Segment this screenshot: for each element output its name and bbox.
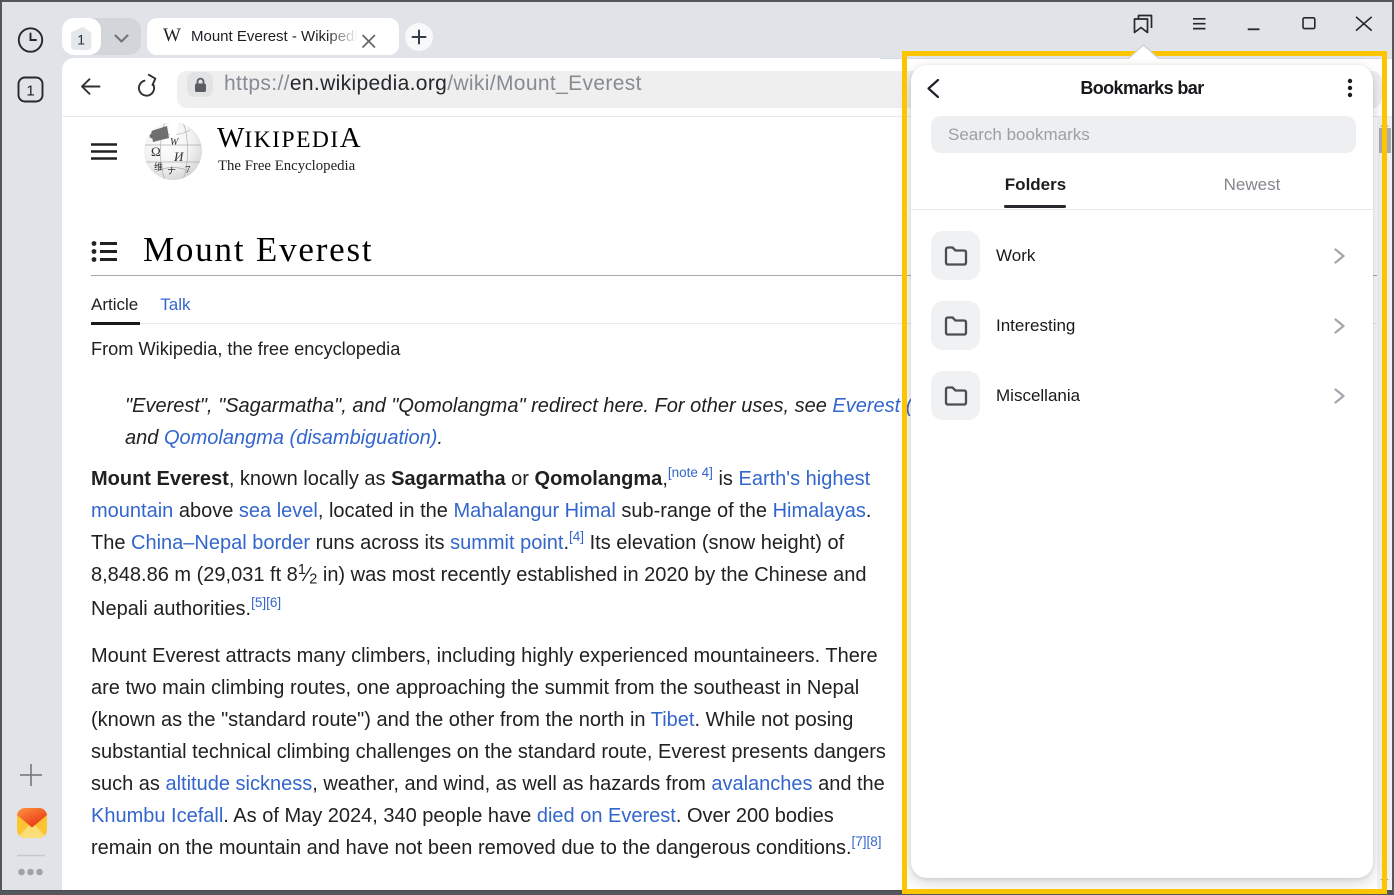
svg-text:1: 1 <box>26 83 34 100</box>
svg-text:Ω: Ω <box>151 144 161 159</box>
svg-text:7: 7 <box>185 164 191 176</box>
svg-text:ナ: ナ <box>167 166 176 176</box>
svg-text:И: И <box>173 149 184 164</box>
svg-text:维: 维 <box>154 161 163 172</box>
svg-text:1: 1 <box>77 32 85 48</box>
